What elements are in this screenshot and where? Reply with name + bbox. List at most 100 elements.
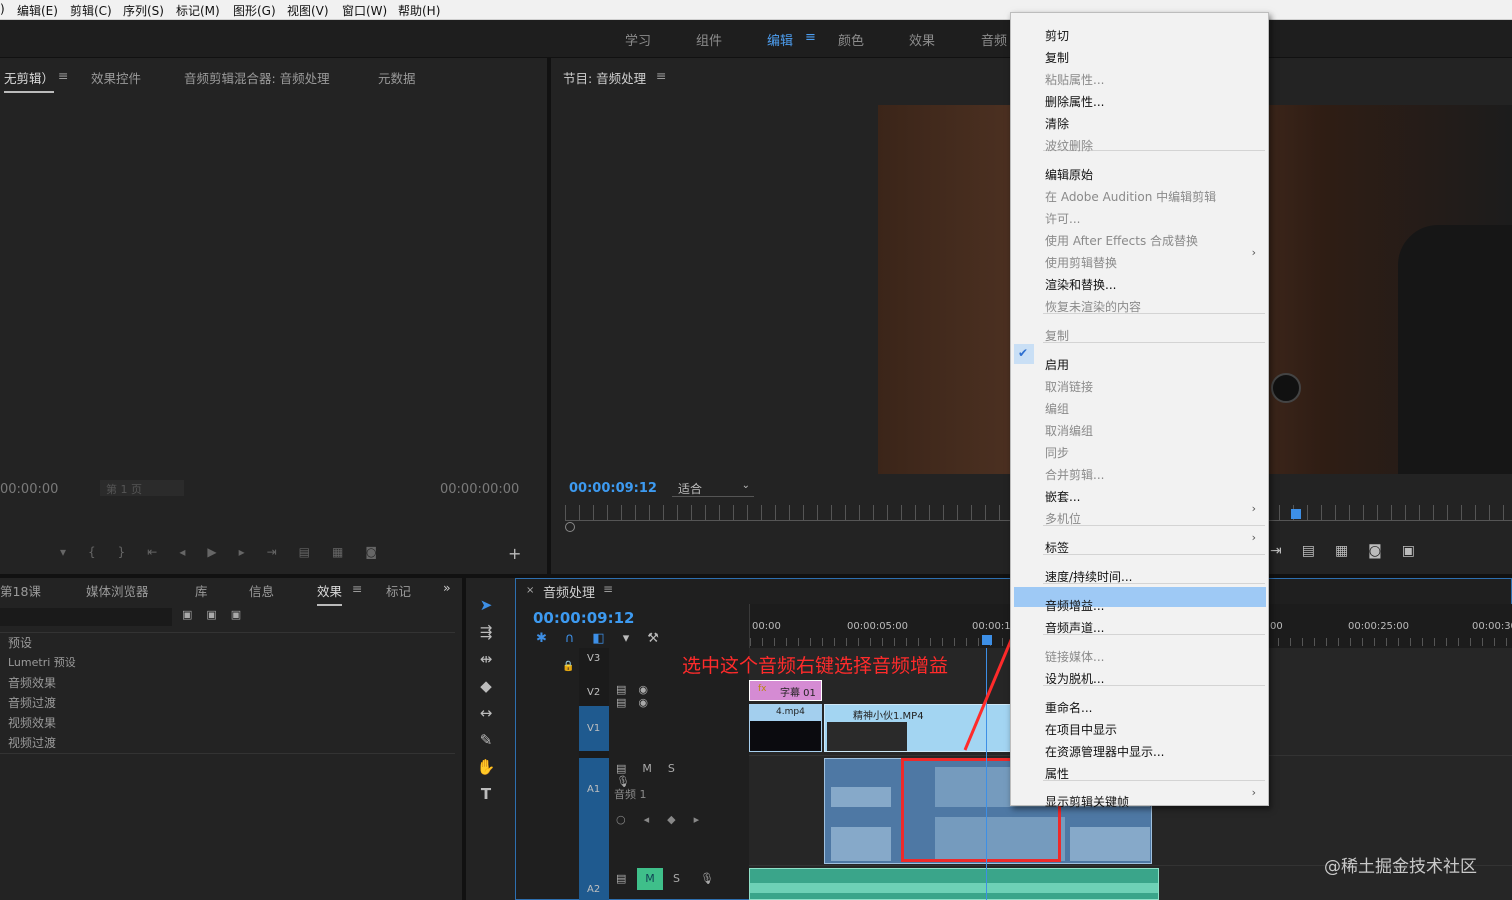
- tab-media-browser[interactable]: 媒体浏览器: [86, 581, 149, 600]
- microphone-icon[interactable]: 🎙: [700, 872, 714, 885]
- workspace-color[interactable]: 颜色: [838, 30, 864, 49]
- menu-enable[interactable]: 启用: [1045, 356, 1069, 373]
- menu-help[interactable]: 帮助(H): [398, 2, 440, 19]
- tree-item-audio-transitions[interactable]: 音频过渡: [8, 694, 56, 711]
- close-icon[interactable]: ×: [526, 585, 534, 596]
- panel-menu-icon[interactable]: ≡: [352, 581, 362, 596]
- menu-reveal-in-project[interactable]: 在项目中显示: [1045, 721, 1117, 738]
- tree-item-presets[interactable]: 预设: [8, 634, 32, 651]
- menu-render-replace[interactable]: 渲染和替换...: [1045, 276, 1116, 293]
- menu-edit-in-audition: 在 Adobe Audition 中编辑剪辑: [1045, 190, 1217, 204]
- audio-clip-a2[interactable]: [749, 868, 1159, 900]
- workspace-learn[interactable]: 学习: [625, 30, 651, 49]
- a2-toggle-icon[interactable]: ▤: [616, 872, 626, 885]
- a1-keyframe-controls[interactable]: ○◂◆▸: [616, 813, 716, 829]
- tab-source[interactable]: 无剪辑）: [4, 68, 55, 93]
- menu-reveal-in-explorer[interactable]: 在资源管理器中显示...: [1045, 743, 1164, 760]
- track-a1-name: 音频 1: [614, 788, 647, 801]
- effects-filter-icons[interactable]: ▣▣▣: [182, 608, 262, 626]
- video-clip-a[interactable]: 4.mp4: [749, 704, 822, 752]
- workspace-editing[interactable]: 编辑: [767, 30, 793, 49]
- menu-graphics[interactable]: 图形(G): [233, 2, 276, 19]
- menu-edit-original[interactable]: 编辑原始: [1045, 166, 1093, 183]
- ripple-edit-tool-icon[interactable]: ⇹: [474, 650, 498, 668]
- menu-make-offline[interactable]: 设为脱机...: [1045, 670, 1104, 687]
- effects-search-input[interactable]: [0, 608, 172, 626]
- source-monitor: [0, 94, 547, 574]
- add-button[interactable]: +: [508, 544, 521, 563]
- playhead-icon[interactable]: [1291, 509, 1301, 519]
- tree-item-lumetri-presets[interactable]: Lumetri 预设: [8, 654, 76, 670]
- tree-item-video-effects[interactable]: 视频效果: [8, 714, 56, 731]
- page-selector[interactable]: 第 1 页: [100, 480, 184, 496]
- workspace-audio[interactable]: 音频: [981, 30, 1007, 49]
- a2-solo-button[interactable]: S: [673, 872, 680, 885]
- tab-effects[interactable]: 效果: [317, 581, 343, 606]
- hand-tool-icon[interactable]: ✋: [474, 758, 498, 776]
- overflow-icon[interactable]: »: [443, 580, 451, 595]
- menu-nest[interactable]: 嵌套...: [1045, 488, 1080, 505]
- menu-clip[interactable]: 剪辑(C): [70, 2, 112, 19]
- panel-menu-icon[interactable]: ≡: [656, 68, 666, 83]
- menu-copy[interactable]: 复制: [1045, 49, 1069, 66]
- workspace-menu-icon[interactable]: ≡: [805, 30, 816, 45]
- menu-audio-gain[interactable]: 音频增益...: [1045, 597, 1104, 614]
- title-clip[interactable]: fx 字幕 01: [749, 680, 822, 701]
- tab-markers[interactable]: 标记: [386, 581, 411, 600]
- pen-tool-icon[interactable]: ✎: [474, 731, 498, 749]
- a2-mute-button[interactable]: M: [637, 868, 663, 890]
- tree-item-audio-effects[interactable]: 音频效果: [8, 674, 56, 691]
- menu-view[interactable]: 视图(V): [287, 2, 329, 19]
- menu-synchronize: 同步: [1045, 446, 1070, 460]
- v-track-controls[interactable]: ▤◉ ▤◉: [616, 683, 666, 723]
- person-figure: [1398, 225, 1512, 474]
- timeline-tab[interactable]: 音频处理: [543, 582, 595, 601]
- workspace-assembly[interactable]: 组件: [696, 30, 722, 49]
- menu-rename[interactable]: 重命名...: [1045, 699, 1092, 716]
- track-select-tool-icon[interactable]: ⇶: [474, 623, 498, 641]
- panel-menu-icon[interactable]: ≡: [603, 582, 613, 596]
- project-panel-header: 第18课 媒体浏览器 库 信息 效果 ≡ 标记 »: [0, 578, 462, 606]
- menu-link-media: 链接媒体...: [1045, 650, 1105, 664]
- timeline-snap-tools[interactable]: ✱∩◧▾⚒: [536, 631, 686, 647]
- a1-target[interactable]: [579, 758, 609, 900]
- menu-properties[interactable]: 属性: [1045, 765, 1069, 782]
- selection-tool-icon[interactable]: ➤: [474, 596, 498, 614]
- menu-edit[interactable]: 编辑(E): [17, 2, 58, 19]
- menu-marker[interactable]: 标记(M): [176, 2, 220, 19]
- menu-sequence[interactable]: 序列(S): [123, 2, 164, 19]
- menu-show-clip-keyframes[interactable]: 显示剪辑关键帧: [1045, 793, 1129, 810]
- tab-metadata[interactable]: 元数据: [378, 68, 416, 87]
- menu-merge-clips: 合并剪辑...: [1045, 468, 1105, 482]
- tab-effect-controls[interactable]: 效果控件: [91, 68, 141, 87]
- razor-tool-icon[interactable]: ◆: [474, 677, 498, 695]
- menu-clear[interactable]: 清除: [1045, 115, 1069, 132]
- a1-track-controls[interactable]: ▤MS🎙: [616, 762, 716, 788]
- type-tool-icon[interactable]: T: [474, 785, 498, 803]
- menu-audio-channels[interactable]: 音频声道...: [1045, 619, 1104, 636]
- menu-speed-duration[interactable]: 速度/持续时间...: [1045, 568, 1133, 585]
- panel-divider[interactable]: [547, 58, 551, 576]
- tab-audio-clip-mixer[interactable]: 音频剪辑混合器: 音频处理: [184, 68, 330, 87]
- tab-project[interactable]: 第18课: [0, 581, 41, 600]
- track-lock-icons[interactable]: 🔒: [562, 650, 576, 900]
- menu-remove-attributes[interactable]: 删除属性...: [1045, 93, 1104, 110]
- ruler-label: 00:00:25:00: [1348, 621, 1410, 632]
- menu-replace-with-clip: 使用剪辑替换: [1045, 256, 1118, 270]
- source-transport-controls[interactable]: ▾{}⇤◂▶▸⇥▤▦◙: [60, 545, 460, 561]
- slip-tool-icon[interactable]: ↔: [474, 704, 498, 722]
- tab-libraries[interactable]: 库: [195, 581, 208, 600]
- menu-cut[interactable]: 剪切: [1045, 27, 1069, 44]
- fit-dropdown[interactable]: 适合 ⌄: [672, 479, 754, 497]
- tab-info[interactable]: 信息: [249, 581, 274, 600]
- menu-label[interactable]: 标签: [1045, 539, 1069, 556]
- menu-window[interactable]: 窗口(W): [342, 2, 387, 19]
- a2-track-controls[interactable]: ▤ M S 🎙: [616, 868, 736, 890]
- tree-item-video-transitions[interactable]: 视频过渡: [8, 734, 56, 751]
- workspace-effects[interactable]: 效果: [909, 30, 935, 49]
- panel-menu-icon[interactable]: ≡: [58, 68, 68, 83]
- program-transport-controls[interactable]: ⇥▤▦◙▣: [1270, 543, 1470, 561]
- source-timecode-left: 00:00:00: [0, 482, 59, 497]
- track-v2: V2: [587, 687, 601, 698]
- zoom-handle[interactable]: [565, 522, 575, 532]
